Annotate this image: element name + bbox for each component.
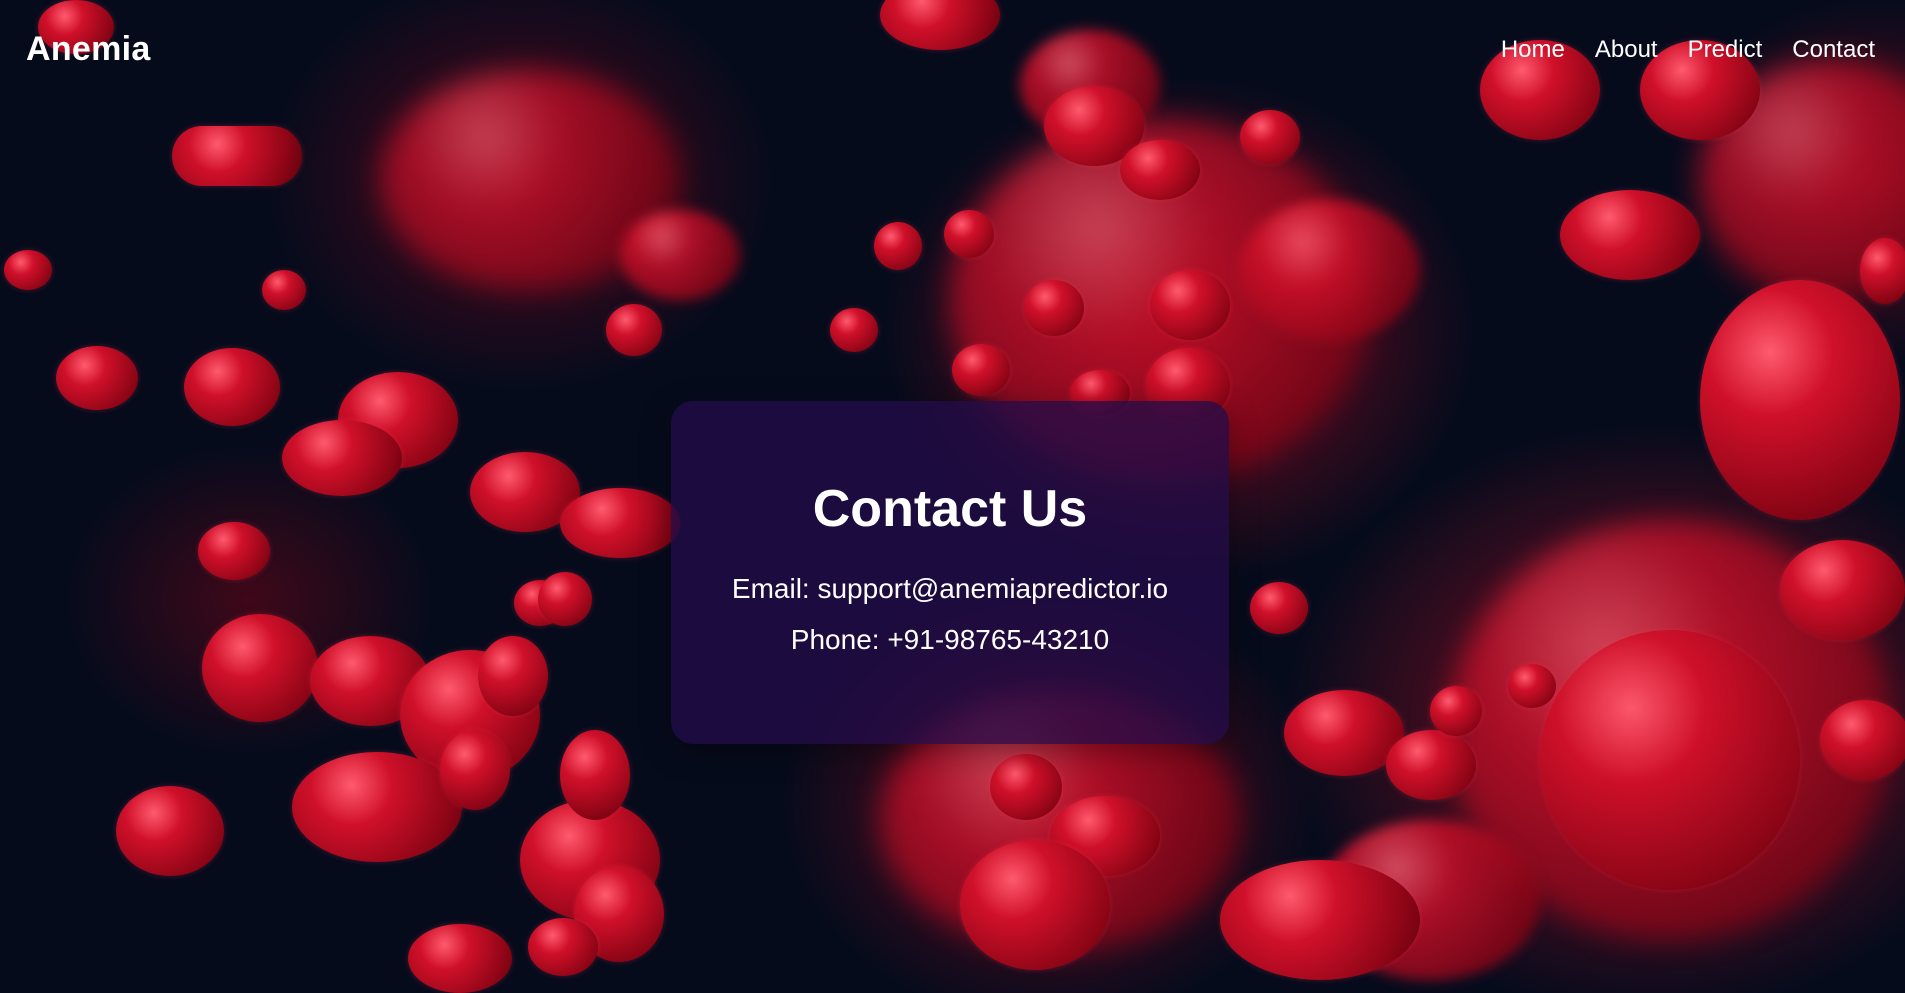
nav-link-contact[interactable]: Contact: [1792, 36, 1875, 64]
contact-card: Contact Us Email: support@anemiapredicto…: [671, 401, 1229, 744]
contact-phone: Phone: +91-98765-43210: [790, 624, 1110, 655]
contact-email: Email: support@anemiapredictor.io: [731, 573, 1169, 604]
brand-logo[interactable]: Anemia: [26, 30, 151, 69]
contact-title: Contact Us: [812, 480, 1088, 538]
nav-link-predict[interactable]: Predict: [1688, 36, 1763, 64]
nav-link-home[interactable]: Home: [1501, 36, 1565, 64]
nav-links: Home About Predict Contact: [1501, 36, 1875, 64]
nav-link-about[interactable]: About: [1595, 36, 1658, 64]
navbar: Anemia Home About Predict Contact: [0, 0, 1905, 104]
